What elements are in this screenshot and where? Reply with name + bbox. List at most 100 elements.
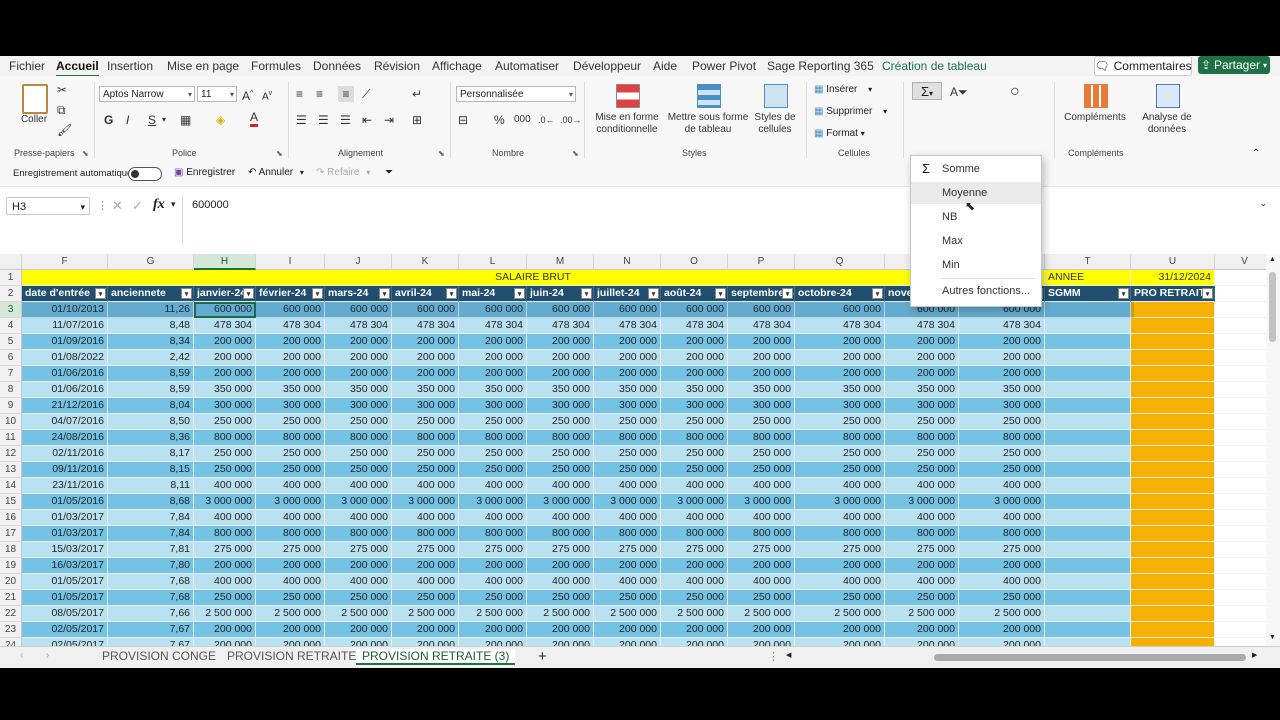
sheet-tab-3[interactable]: PROVISION RETRAITE (3) xyxy=(356,649,516,665)
table-row-anciennete-cell[interactable]: 7,84 xyxy=(108,510,194,526)
row-header-17[interactable]: 17 xyxy=(0,526,22,542)
table-row-salary-cell[interactable]: 275 000 xyxy=(885,542,959,558)
table-row-salary-cell[interactable]: 300 000 xyxy=(392,398,459,414)
table-row-salary-cell[interactable]: 350 000 xyxy=(325,382,392,398)
cancel-icon[interactable]: ✕ xyxy=(112,198,123,214)
menu-item-développeur[interactable]: Développeur xyxy=(573,59,641,73)
table-row-pro-retraite-cell[interactable] xyxy=(1131,526,1215,542)
table-row-salary-cell[interactable]: 3 000 000 xyxy=(885,494,959,510)
row-header-9[interactable]: 9 xyxy=(0,398,22,414)
table-row-salary-cell[interactable]: 200 000 xyxy=(325,622,392,638)
table-row-date-cell[interactable]: 01/09/2016 xyxy=(22,334,108,350)
horizontal-scrollbar[interactable]: ◀ ▶ xyxy=(786,651,1260,662)
table-row-salary-cell[interactable]: 200 000 xyxy=(325,334,392,350)
cut-icon[interactable]: ✂ xyxy=(57,82,67,98)
table-row-salary-cell[interactable]: 400 000 xyxy=(661,478,728,494)
column-header-j[interactable]: J xyxy=(325,254,392,270)
autosum-button[interactable]: Σ▾ xyxy=(912,82,942,100)
table-row-salary-cell[interactable]: 250 000 xyxy=(795,462,885,478)
table-row-salary-cell[interactable]: 800 000 xyxy=(728,526,795,542)
table-row-salary-cell[interactable]: 250 000 xyxy=(795,446,885,462)
column-header-g[interactable]: G xyxy=(108,254,194,270)
table-row-salary-cell[interactable]: 400 000 xyxy=(527,478,594,494)
menu-item-mise-en-page[interactable]: Mise en page xyxy=(167,59,239,73)
table-row-salary-cell[interactable]: 400 000 xyxy=(885,510,959,526)
horizontal-scroll-thumb[interactable] xyxy=(934,654,1246,661)
filter-dropdown-icon[interactable]: ▾ xyxy=(648,288,659,299)
table-row-salary-cell[interactable]: 400 000 xyxy=(194,478,256,494)
annee-date[interactable]: 31/12/2024 xyxy=(1131,270,1215,286)
tab-scroll-left-icon[interactable]: ‹ xyxy=(20,650,23,661)
table-row-salary-cell[interactable]: 600 000 xyxy=(728,302,795,318)
table-row-salary-cell[interactable]: 250 000 xyxy=(325,590,392,606)
table-row-salary-cell[interactable]: 200 000 xyxy=(885,334,959,350)
table-row-salary-cell[interactable]: 275 000 xyxy=(795,542,885,558)
table-row-salary-cell[interactable]: 350 000 xyxy=(661,382,728,398)
row-header-13[interactable]: 13 xyxy=(0,462,22,478)
table-row-salary-cell[interactable]: 350 000 xyxy=(728,382,795,398)
orientation-icon[interactable]: ⟋ xyxy=(362,86,370,102)
filter-dropdown-icon[interactable]: ▾ xyxy=(782,288,793,299)
table-row-salary-cell[interactable]: 250 000 xyxy=(527,414,594,430)
percent-icon[interactable]: % xyxy=(494,112,505,128)
format-painter-icon[interactable]: 🖌 xyxy=(57,122,72,138)
table-row-salary-cell[interactable]: 200 000 xyxy=(728,558,795,574)
table-row-pro-retraite-cell[interactable] xyxy=(1131,350,1215,366)
underline-button[interactable]: S xyxy=(148,112,156,128)
filter-dropdown-icon[interactable]: ▾ xyxy=(1118,288,1129,299)
save-button[interactable]: ▣ Enregistrer xyxy=(174,167,235,178)
dialog-launcher-icon[interactable]: ⬊ xyxy=(572,149,579,158)
table-row-salary-cell[interactable]: 200 000 xyxy=(527,622,594,638)
table-row-salary-cell[interactable]: 350 000 xyxy=(959,382,1045,398)
borders-icon[interactable]: ▦ xyxy=(180,112,191,128)
table-row-salary-cell[interactable]: 250 000 xyxy=(325,414,392,430)
table-row-salary-cell[interactable]: 400 000 xyxy=(594,478,661,494)
table-row-salary-cell[interactable]: 478 304 xyxy=(661,318,728,334)
table-row-salary-cell[interactable]: 800 000 xyxy=(661,526,728,542)
font-size-combo[interactable]: 11 ▾ xyxy=(197,86,237,102)
table-row-salary-cell[interactable]: 200 000 xyxy=(728,366,795,382)
table-row-salary-cell[interactable]: 478 304 xyxy=(194,318,256,334)
table-row-salary-cell[interactable]: 400 000 xyxy=(325,574,392,590)
sort-filter-icon[interactable]: A⏷ xyxy=(950,84,968,100)
table-row-salary-cell[interactable]: 200 000 xyxy=(256,638,325,646)
table-row-sgmm-cell[interactable] xyxy=(1045,494,1131,510)
autosum-menu-item-3[interactable]: NB xyxy=(911,206,1041,228)
table-row-salary-cell[interactable]: 250 000 xyxy=(885,590,959,606)
italic-button[interactable]: I xyxy=(126,112,129,128)
table-row-salary-cell[interactable]: 2 500 000 xyxy=(795,606,885,622)
scroll-left-icon[interactable]: ◀ xyxy=(786,651,791,659)
table-row-salary-cell[interactable]: 200 000 xyxy=(527,350,594,366)
table-row-salary-cell[interactable]: 200 000 xyxy=(459,622,527,638)
dialog-launcher-icon[interactable]: ⬊ xyxy=(438,149,445,158)
table-row-salary-cell[interactable]: 200 000 xyxy=(459,366,527,382)
table-row-anciennete-cell[interactable]: 7,80 xyxy=(108,558,194,574)
table-row-salary-cell[interactable]: 350 000 xyxy=(527,382,594,398)
table-row-salary-cell[interactable]: 350 000 xyxy=(194,382,256,398)
filter-dropdown-icon[interactable]: ▾ xyxy=(446,288,457,299)
column-header-f[interactable]: F xyxy=(22,254,108,270)
table-row-sgmm-cell[interactable] xyxy=(1045,622,1131,638)
table-row-salary-cell[interactable]: 2 500 000 xyxy=(661,606,728,622)
table-row-salary-cell[interactable]: 200 000 xyxy=(256,366,325,382)
table-row-salary-cell[interactable]: 300 000 xyxy=(661,398,728,414)
table-row-salary-cell[interactable]: 400 000 xyxy=(728,510,795,526)
table-row-salary-cell[interactable]: 400 000 xyxy=(728,574,795,590)
table-row-pro-retraite-cell[interactable] xyxy=(1131,542,1215,558)
table-row-salary-cell[interactable]: 200 000 xyxy=(325,558,392,574)
table-header-cell[interactable]: mai-24 ▾ xyxy=(459,286,527,302)
table-row-salary-cell[interactable]: 200 000 xyxy=(661,366,728,382)
menu-item-données[interactable]: Données xyxy=(313,59,361,73)
table-row-salary-cell[interactable]: 200 000 xyxy=(661,622,728,638)
table-row-salary-cell[interactable]: 250 000 xyxy=(885,414,959,430)
increase-indent-icon[interactable]: ⇥ xyxy=(384,112,394,128)
paste-button[interactable]: Coller xyxy=(18,82,50,130)
table-row-salary-cell[interactable]: 800 000 xyxy=(392,430,459,446)
table-row-date-cell[interactable]: 24/08/2016 xyxy=(22,430,108,446)
table-row-salary-cell[interactable]: 200 000 xyxy=(594,350,661,366)
table-row-salary-cell[interactable]: 400 000 xyxy=(959,478,1045,494)
merge-center-icon[interactable]: ⊞ xyxy=(412,112,422,128)
row-header-11[interactable]: 11 xyxy=(0,430,22,446)
table-row-salary-cell[interactable]: 600 000 xyxy=(661,302,728,318)
table-row-salary-cell[interactable]: 200 000 xyxy=(194,558,256,574)
